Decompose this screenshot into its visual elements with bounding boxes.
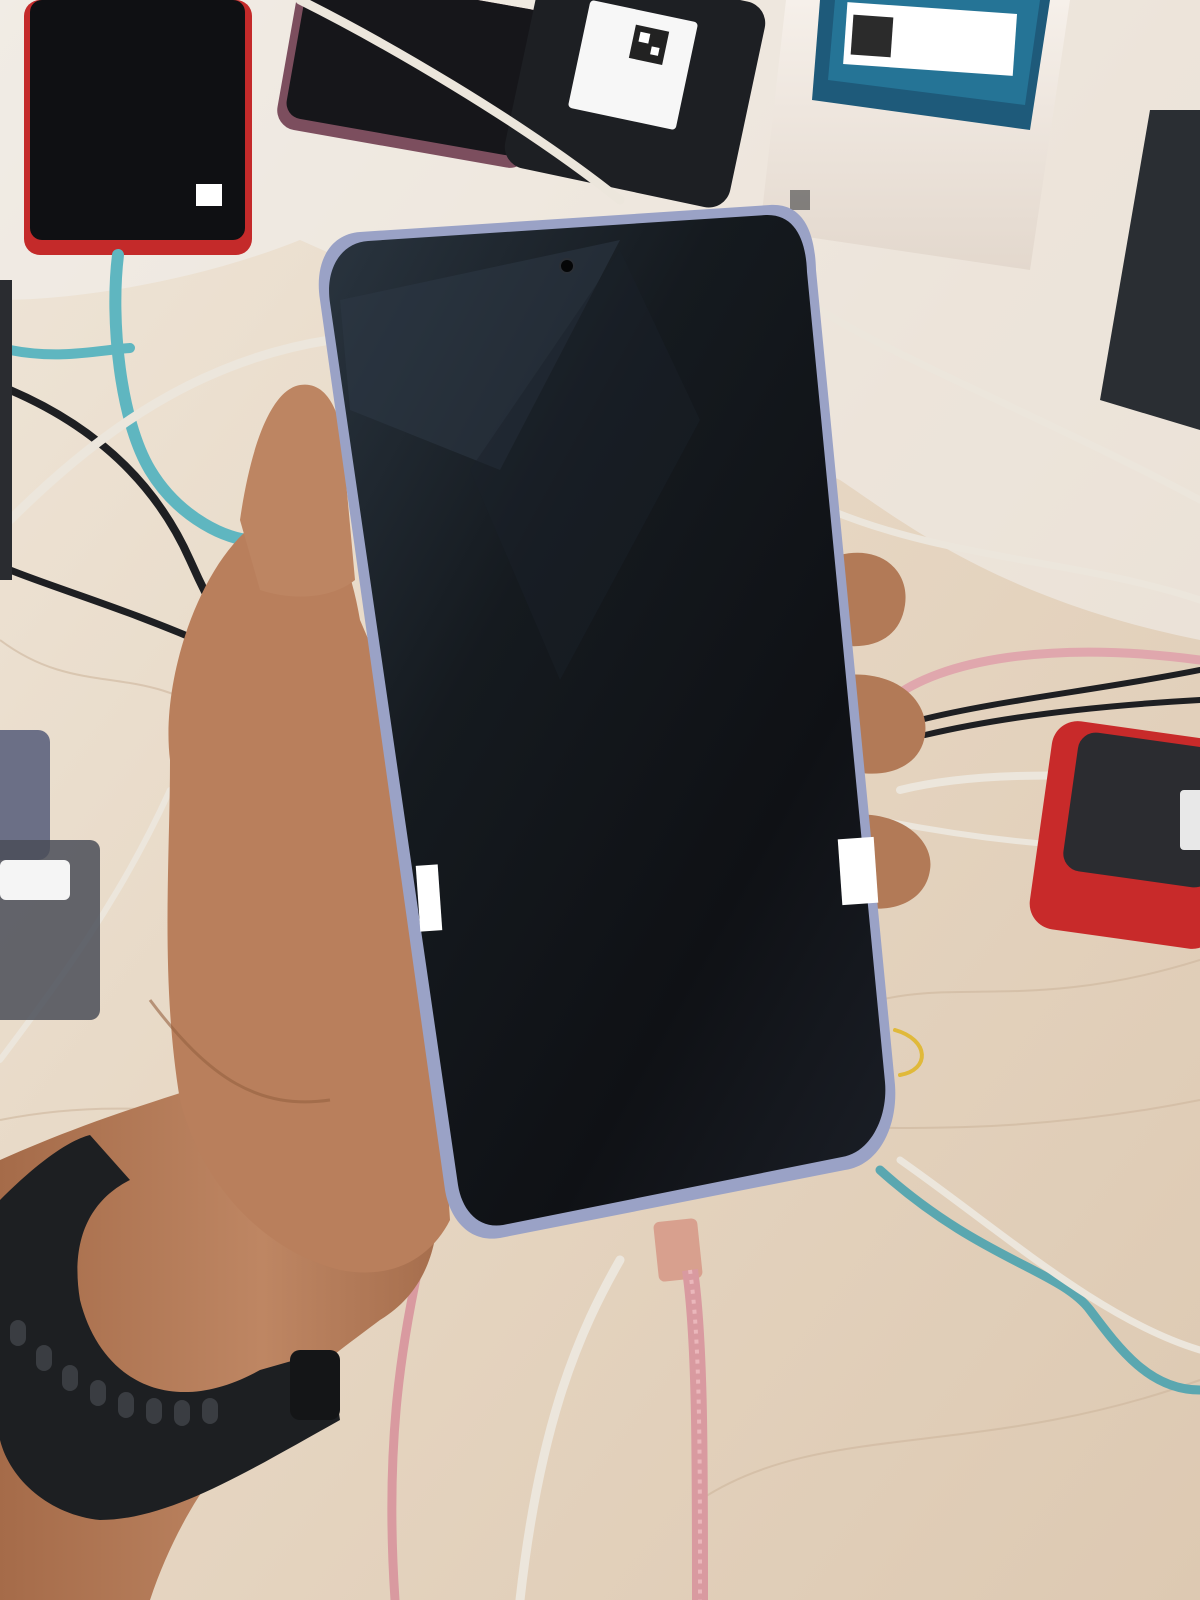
- watch-buckle: [290, 1350, 340, 1420]
- qr-sticker-icon: [628, 24, 670, 65]
- sticker-left: [415, 864, 443, 932]
- red-phone: [24, 0, 252, 255]
- photo-scene: [0, 0, 1200, 1600]
- front-camera-icon: [559, 258, 575, 274]
- sticker-right: [837, 836, 879, 906]
- scene-svg: [0, 0, 1200, 1600]
- power-strip: [1029, 721, 1200, 949]
